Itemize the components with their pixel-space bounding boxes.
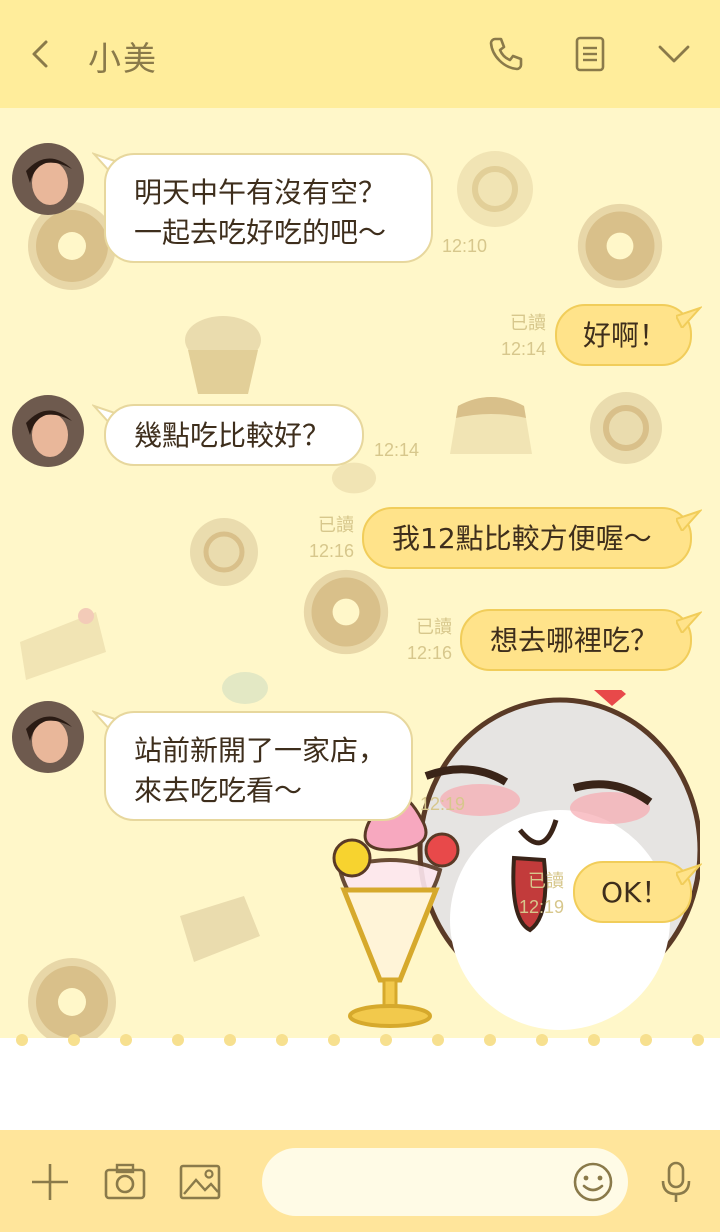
phone-icon[interactable] [486, 34, 526, 74]
message-time: 12:16 [406, 643, 452, 663]
message-line: OK！ [601, 876, 670, 909]
roll-cake-icon [190, 518, 258, 586]
read-receipt: 已讀 12:14 [486, 310, 546, 362]
message-line: 好啊！ [583, 319, 668, 352]
roll-cake-icon [457, 151, 533, 227]
donut-icon [577, 203, 663, 289]
lace-border [0, 1034, 720, 1060]
message-line: 明天中午有沒有空？ [134, 176, 387, 209]
cake-slice-icon [180, 896, 260, 962]
read-receipt: 已讀 12:16 [392, 614, 452, 666]
cupcake-icon [185, 316, 261, 394]
message-bubble[interactable]: OK！ [573, 861, 692, 923]
microphone-icon[interactable] [654, 1160, 698, 1204]
chat-header: 小美 [0, 0, 720, 108]
message-line: 來去吃吃看～ [134, 774, 303, 807]
message-line: 幾點吃比較好？ [134, 419, 331, 452]
plus-icon[interactable] [28, 1160, 72, 1204]
message-bubble[interactable]: 幾點吃比較好？ [104, 404, 364, 466]
message-line: 想去哪裡吃？ [490, 624, 659, 657]
read-label: 已讀 [510, 313, 546, 333]
message-time: 12:16 [308, 541, 354, 561]
chat-title: 小美 [88, 39, 158, 78]
message-line: 我12點比較方便喔～ [392, 522, 652, 555]
contact-avatar[interactable] [12, 143, 84, 215]
bubble-tail [676, 509, 702, 531]
read-receipt: 已讀 12:19 [504, 868, 564, 920]
message-line: 站前新開了一家店， [134, 734, 387, 767]
message-line: 一起去吃好吃的吧～ [134, 216, 387, 249]
donut-icon [303, 569, 389, 655]
message-bubble[interactable]: 站前新開了一家店， 來去吃吃看～ [104, 711, 413, 821]
roll-cake-icon [590, 392, 662, 464]
bubble-tail [676, 611, 702, 633]
message-bubble[interactable]: 我12點比較方便喔～ [362, 507, 692, 569]
message-time: 12:19 [420, 794, 466, 814]
message-time: 12:10 [442, 236, 488, 256]
message-time: 12:19 [518, 897, 564, 917]
bubble-tail [676, 306, 702, 328]
read-label: 已讀 [416, 617, 452, 637]
bubble-tail [676, 863, 702, 885]
pudding-icon [450, 397, 532, 454]
message-bubble[interactable]: 想去哪裡吃？ [460, 609, 692, 671]
read-label: 已讀 [528, 871, 564, 891]
chevron-down-icon[interactable] [654, 34, 694, 74]
message-bubble[interactable]: 明天中午有沒有空？ 一起去吃好吃的吧～ [104, 153, 433, 263]
camera-icon[interactable] [103, 1160, 147, 1204]
read-label: 已讀 [318, 515, 354, 535]
cake-slice-icon [20, 608, 106, 680]
contact-avatar[interactable] [12, 395, 84, 467]
macaron-icon [222, 672, 268, 704]
message-bubble[interactable]: 好啊！ [555, 304, 692, 366]
message-time: 12:14 [374, 440, 420, 460]
input-bar [0, 1130, 720, 1232]
notes-icon[interactable] [570, 34, 610, 74]
read-receipt: 已讀 12:16 [294, 512, 354, 564]
message-time: 12:14 [500, 339, 546, 359]
contact-avatar[interactable] [12, 701, 84, 773]
back-arrow-icon[interactable] [26, 36, 56, 72]
emoji-icon[interactable] [571, 1160, 615, 1204]
image-icon[interactable] [178, 1160, 222, 1204]
